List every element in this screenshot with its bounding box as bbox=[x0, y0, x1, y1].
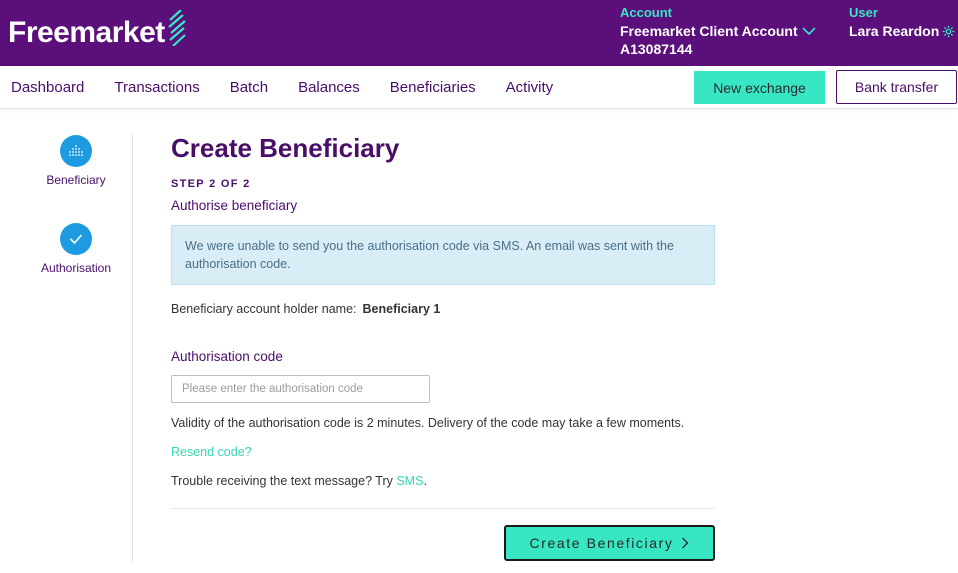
top-header: Freemarket Account Freemarket Client Acc… bbox=[0, 0, 958, 66]
step-label: Authorisation bbox=[40, 261, 112, 275]
form-subtitle: Authorise beneficiary bbox=[171, 198, 298, 213]
step-count: STEP 2 OF 2 bbox=[171, 178, 251, 190]
page-title: Create Beneficiary bbox=[171, 133, 400, 163]
holder-name-value: Beneficiary 1 bbox=[362, 302, 441, 316]
step-beneficiary[interactable]: Beneficiary bbox=[43, 135, 109, 187]
info-alert: We were unable to send you the authorisa… bbox=[171, 225, 715, 285]
nav-beneficiaries[interactable]: Beneficiaries bbox=[390, 79, 476, 97]
create-beneficiary-button[interactable]: Create Beneficiary bbox=[504, 525, 715, 561]
freemarket-logo[interactable]: Freemarket bbox=[8, 10, 187, 49]
validity-note: Validity of the authorisation code is 2 … bbox=[171, 416, 685, 430]
bank-transfer-button[interactable]: Bank transfer bbox=[836, 70, 957, 104]
nav-batch[interactable]: Batch bbox=[230, 79, 268, 97]
holder-name-row: Beneficiary account holder name: Benefici… bbox=[171, 302, 440, 316]
account-number: A13087144 bbox=[620, 41, 693, 57]
trouble-text: Trouble receiving the text message? Try bbox=[171, 474, 397, 488]
nav-activity[interactable]: Activity bbox=[506, 79, 554, 97]
chevron-down-icon[interactable] bbox=[802, 26, 816, 36]
logo-text: Freemarket bbox=[8, 16, 165, 49]
logo-mark-icon bbox=[168, 10, 186, 46]
account-label: Account bbox=[620, 5, 672, 20]
user-label: User bbox=[849, 5, 878, 20]
dots-grid-icon bbox=[69, 145, 83, 156]
user-menu[interactable]: User Lara Reardon bbox=[849, 6, 955, 40]
chevron-right-icon bbox=[682, 537, 689, 549]
nav-transactions[interactable]: Transactions bbox=[114, 79, 199, 97]
holder-name-label: Beneficiary account holder name: bbox=[171, 302, 357, 316]
account-name: Freemarket Client Account bbox=[620, 23, 798, 39]
account-selector[interactable]: Account Freemarket Client Account A13087… bbox=[620, 6, 816, 58]
step-circle bbox=[60, 135, 92, 167]
new-exchange-button[interactable]: New exchange bbox=[694, 71, 825, 104]
authorisation-code-input[interactable] bbox=[171, 375, 430, 403]
stepper-divider bbox=[132, 134, 133, 562]
step-label: Beneficiary bbox=[46, 173, 106, 187]
authorisation-code-label: Authorisation code bbox=[171, 349, 283, 364]
nav-dashboard[interactable]: Dashboard bbox=[11, 79, 84, 97]
nav-balances[interactable]: Balances bbox=[298, 79, 360, 97]
resend-code-link[interactable]: Resend code? bbox=[171, 445, 252, 459]
create-beneficiary-label: Create Beneficiary bbox=[529, 535, 674, 551]
gear-icon[interactable] bbox=[942, 25, 955, 38]
check-icon bbox=[69, 234, 83, 245]
step-circle bbox=[60, 223, 92, 255]
form-divider bbox=[171, 508, 715, 509]
step-authorisation[interactable]: Authorisation bbox=[33, 223, 119, 275]
trouble-end: . bbox=[423, 474, 427, 488]
sms-link[interactable]: SMS bbox=[396, 474, 423, 488]
user-name: Lara Reardon bbox=[849, 23, 940, 39]
trouble-note: Trouble receiving the text message? Try … bbox=[171, 474, 427, 488]
